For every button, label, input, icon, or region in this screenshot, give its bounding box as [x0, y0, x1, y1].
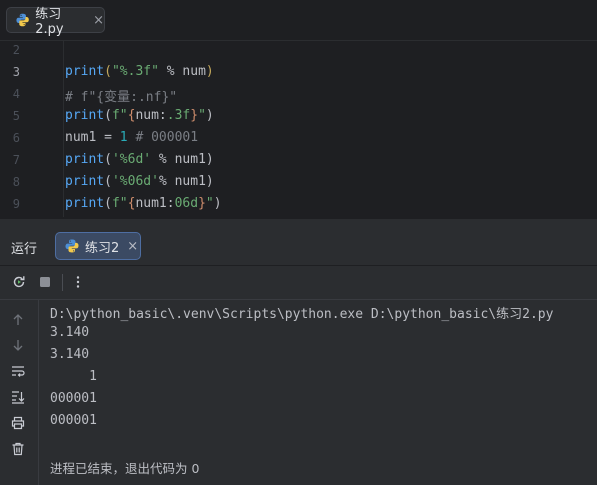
code-token: " — [198, 108, 206, 123]
code-token: num1: — [135, 196, 175, 211]
code-token: print — [65, 152, 105, 167]
code-token: num: — [135, 108, 167, 123]
line-number: 7 — [12, 153, 20, 167]
code-token: ( — [104, 174, 112, 189]
code-editor[interactable]: 2 3 4 5 6 7 8 9 print("%.3f" % num) # f"{… — [0, 41, 597, 217]
console-line: 3.140 — [50, 347, 90, 362]
soft-wrap-icon[interactable] — [10, 363, 26, 379]
run-tab-label: 练习2 — [85, 240, 120, 256]
code-token: '%06d' — [111, 174, 159, 189]
code-token: ( — [104, 196, 112, 211]
code-line: # f"{变量:.nf}" — [65, 86, 177, 105]
scroll-to-end-icon[interactable] — [10, 389, 26, 405]
code-token: % num — [158, 64, 206, 79]
console-line: 1 — [50, 369, 97, 384]
code-line: print('%6d' % num1) — [65, 152, 214, 167]
line-number: 5 — [12, 109, 20, 123]
toolbar-divider — [62, 274, 63, 291]
run-panel-header: 运行 练习2 × — [0, 227, 597, 265]
run-side-toolbar — [0, 300, 39, 485]
python-file-icon — [65, 239, 79, 253]
code-token: print — [65, 196, 105, 211]
code-token: # 000001 — [127, 130, 199, 145]
indent-guide — [63, 41, 64, 217]
code-token: ( — [104, 152, 112, 167]
code-token: '%6d' — [111, 152, 152, 167]
code-token: % num1) — [151, 152, 214, 167]
more-icon[interactable] — [70, 274, 86, 290]
console-line: 000001 — [50, 391, 97, 406]
print-icon[interactable] — [10, 415, 26, 431]
close-icon[interactable]: × — [127, 239, 138, 254]
trash-icon[interactable] — [10, 441, 26, 457]
code-token: f" — [111, 196, 128, 211]
editor-file-tab[interactable]: 练习2.py × — [6, 7, 105, 37]
line-number: 8 — [12, 175, 20, 189]
editor-tab-bar: 练习2.py × — [0, 0, 597, 41]
close-icon[interactable]: × — [93, 13, 104, 28]
code-token: 06d — [174, 196, 199, 211]
code-token: # f"{变量:.nf}" — [65, 90, 178, 105]
run-toolbar — [0, 266, 597, 300]
code-token: ( — [104, 64, 112, 79]
code-token: num1 = — [65, 130, 120, 145]
code-line: print("%.3f" % num) — [65, 64, 214, 79]
code-token: % num1) — [158, 174, 214, 189]
panel-separator[interactable] — [0, 219, 597, 227]
arrow-up-icon[interactable] — [10, 312, 26, 328]
code-line: print(f"{num:.3f}") — [65, 108, 214, 123]
run-config-tab[interactable]: 练习2 × — [55, 232, 141, 260]
editor-tab-label: 练习2.py — [35, 7, 64, 37]
line-number: 2 — [12, 43, 20, 57]
stop-icon[interactable] — [37, 274, 53, 290]
python-file-icon — [16, 13, 29, 27]
code-token: ) — [205, 64, 214, 79]
code-token: print — [65, 108, 105, 123]
line-number: 9 — [12, 197, 20, 211]
code-token: print — [65, 174, 105, 189]
line-number: 3 — [12, 65, 20, 79]
run-panel-title: 运行 — [11, 242, 38, 257]
code-token: } — [198, 196, 206, 211]
code-token: 1 — [119, 130, 128, 145]
code-token: f" — [111, 108, 128, 123]
line-number: 6 — [12, 131, 20, 145]
console-command-line: D:\python_basic\.venv\Scripts\python.exe… — [50, 307, 554, 322]
code-line: print(f"{num1:06d}") — [65, 196, 222, 211]
arrow-down-icon[interactable] — [10, 337, 26, 353]
code-token: " — [205, 196, 214, 211]
line-number-gutter: 2 3 4 5 6 7 8 9 — [0, 41, 44, 217]
console-output[interactable]: D:\python_basic\.venv\Scripts\python.exe… — [39, 300, 597, 485]
console-line: 3.140 — [50, 325, 90, 340]
code-token: ) — [205, 108, 214, 123]
code-token: ( — [104, 108, 112, 123]
code-line: print('%06d'% num1) — [65, 174, 214, 189]
line-number: 4 — [12, 87, 20, 101]
rerun-icon[interactable] — [11, 274, 27, 290]
code-token: ) — [213, 196, 222, 211]
code-token: "%.3f" — [111, 64, 159, 79]
code-token: .3f — [166, 108, 191, 123]
code-token: print — [65, 64, 105, 79]
console-line: 000001 — [50, 413, 97, 428]
process-exit-status: 进程已结束，退出代码为 0 — [50, 461, 200, 476]
code-line: num1 = 1 # 000001 — [65, 130, 198, 145]
code-token: } — [190, 108, 199, 123]
